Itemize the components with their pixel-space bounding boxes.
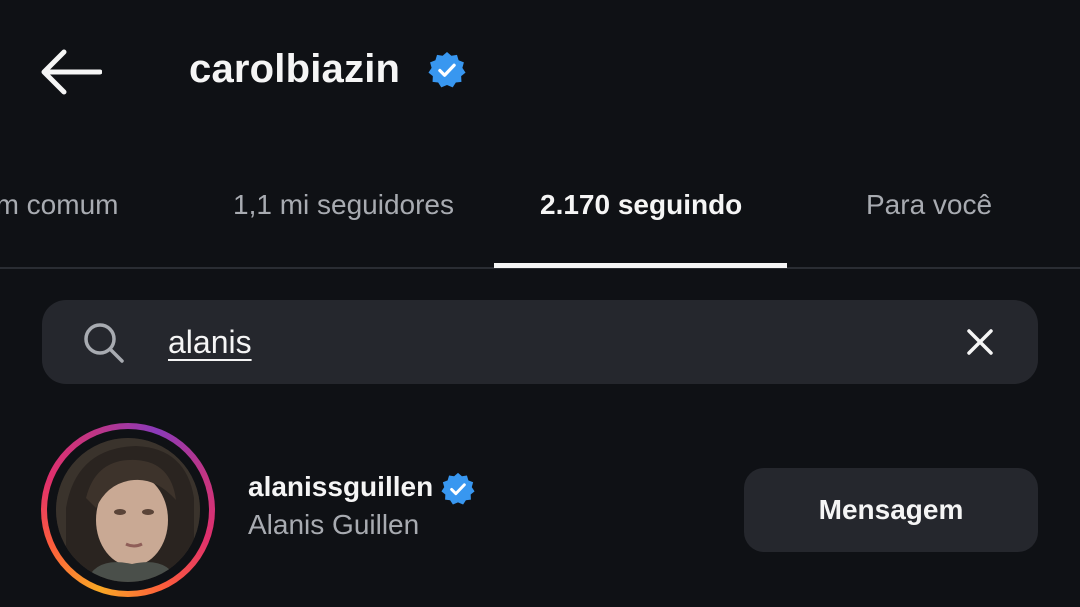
follow-tabs: em comum 1,1 mi seguidores 2.170 seguind…	[0, 150, 1080, 270]
tab-mutual[interactable]: em comum	[0, 186, 118, 224]
verified-badge-icon	[428, 51, 466, 88]
tab-following[interactable]: 2.170 seguindo	[540, 186, 742, 224]
avatar	[56, 438, 200, 582]
tab-for-you[interactable]: Para você	[866, 186, 992, 224]
back-button[interactable]	[38, 44, 108, 100]
list-item[interactable]: alanissguillen Alanis Guillen Mensagem	[0, 420, 1080, 607]
result-full-name: Alanis Guillen	[248, 509, 420, 540]
search-bar	[42, 300, 1038, 384]
avatar-photo	[56, 438, 200, 582]
tab-followers[interactable]: 1,1 mi seguidores	[233, 186, 454, 224]
screen: carolbiazin em comum 1,1 mi seguidores 2…	[0, 0, 1080, 607]
message-button[interactable]: Mensagem	[744, 468, 1038, 552]
arrow-left-icon	[41, 49, 102, 95]
profile-username-title: carolbiazin	[189, 47, 401, 91]
close-icon	[967, 329, 993, 355]
clear-search-button[interactable]	[960, 322, 1000, 362]
active-tab-indicator	[494, 263, 787, 268]
search-input[interactable]	[168, 318, 928, 366]
result-username[interactable]: alanissguillen	[248, 468, 433, 506]
story-ring[interactable]	[41, 423, 215, 597]
verified-badge-icon	[441, 472, 475, 505]
search-icon	[84, 323, 124, 363]
